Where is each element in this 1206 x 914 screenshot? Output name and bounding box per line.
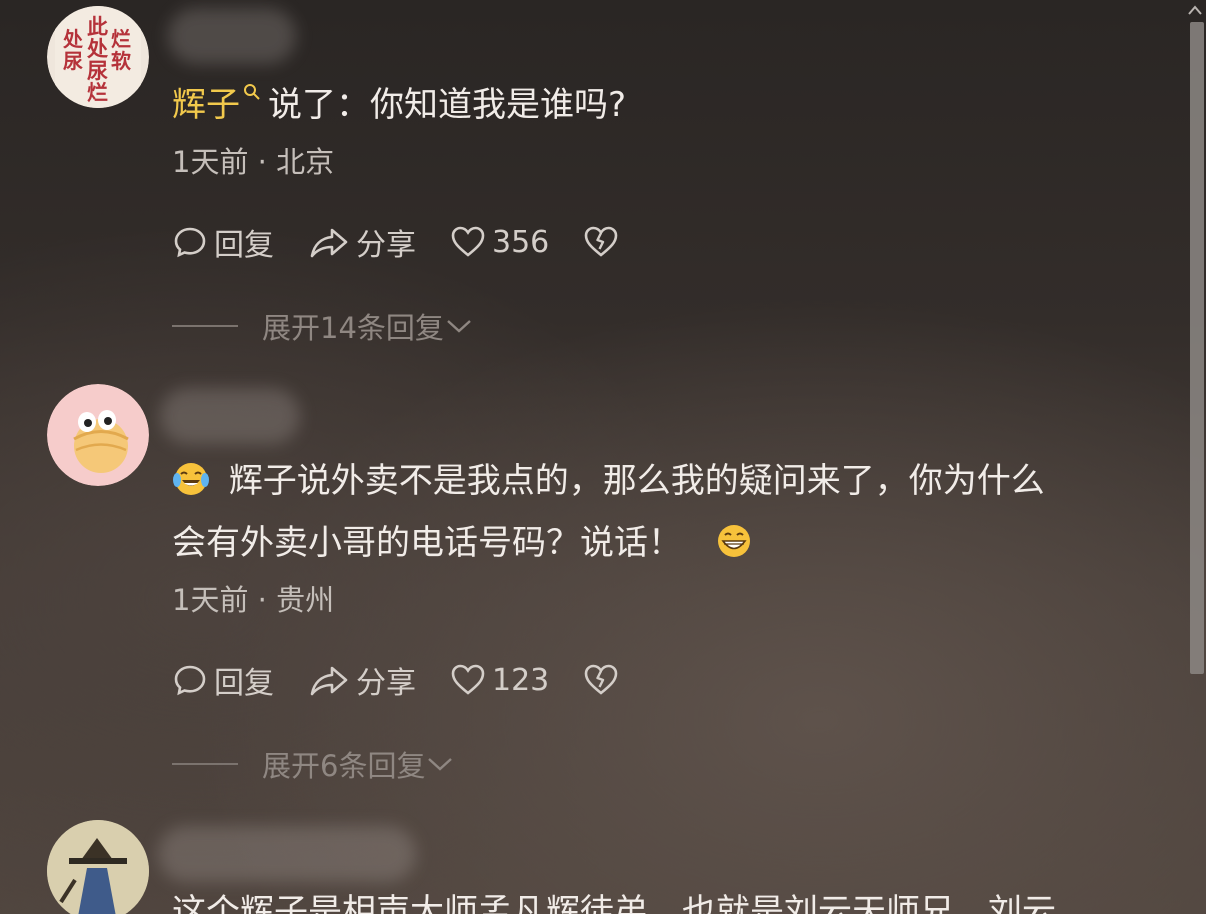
comment-body: 会有外卖小哥的电话号码？说话！ (172, 523, 682, 563)
avatar[interactable] (47, 820, 149, 914)
comment-meta: 1天前 · 北京 (172, 145, 335, 179)
share-icon (310, 228, 348, 258)
comment-actions: 回复 分享 123 (172, 658, 659, 702)
dislike-heart-icon (584, 664, 618, 695)
dislike-button[interactable] (583, 224, 625, 260)
share-icon (310, 666, 348, 696)
svg-text:烂: 烂 (111, 27, 131, 51)
like-count: 356 (492, 224, 550, 260)
scroll-up-arrow-icon[interactable] (1187, 4, 1203, 16)
comment-icon (174, 665, 206, 696)
scroll-thumb[interactable] (1190, 22, 1204, 674)
username-blurred[interactable] (168, 8, 296, 64)
search-icon[interactable] (242, 82, 262, 102)
expand-replies[interactable]: 展开6条回复 (172, 744, 455, 784)
like-button[interactable]: 123 (450, 662, 549, 698)
comment-item: 此 处 尿 烂 处 尿 烂 软 辉子 说了：你知道我是谁吗? 1天前 · 北京 回… (0, 0, 1180, 360)
avatar-image (47, 820, 149, 914)
comment-text-line-1: 辉子说外卖不是我点的，那么我的疑问来了，你为什么 (172, 460, 1045, 501)
svg-text:尿: 尿 (63, 49, 83, 73)
svg-text:软: 软 (111, 49, 131, 73)
tears-of-joy-emoji (173, 463, 209, 495)
like-button[interactable]: 356 (450, 224, 549, 260)
heart-icon (451, 664, 485, 695)
svg-text:处: 处 (62, 27, 84, 51)
share-button[interactable]: 分享 (308, 658, 416, 702)
chevron-down-icon[interactable] (425, 752, 455, 776)
username-blurred[interactable] (158, 826, 416, 882)
avatar-image: 此 处 尿 烂 处 尿 烂 软 (47, 6, 149, 108)
mention-link[interactable]: 辉子 (172, 85, 240, 125)
comment-body: 说了：你知道我是谁吗? (268, 85, 627, 125)
reply-button[interactable]: 回复 (172, 658, 274, 702)
comment-icon (174, 227, 206, 258)
heart-icon (451, 226, 485, 257)
expand-replies-label[interactable]: 展开6条回复 (262, 743, 425, 785)
reply-button[interactable]: 回复 (172, 220, 274, 264)
comment-actions: 回复 分享 356 (172, 220, 659, 264)
divider (172, 325, 238, 327)
comment-meta: 1天前 · 贵州 (172, 583, 335, 617)
expand-replies[interactable]: 展开14条回复 (172, 306, 474, 346)
grin-emoji (717, 525, 750, 557)
avatar[interactable] (47, 384, 149, 486)
share-button[interactable]: 分享 (308, 220, 416, 264)
reply-label: 回复 (214, 228, 274, 263)
comment-text-partial: 这个辉子是相声大师孟凡辉徒弟，也就是刘云天师兄，刘云 (172, 892, 1056, 914)
like-count: 123 (492, 662, 550, 698)
comment-text: 辉子 说了：你知道我是谁吗? (172, 82, 626, 125)
share-label: 分享 (356, 228, 416, 263)
reply-label: 回复 (214, 666, 274, 701)
svg-text:烂: 烂 (87, 80, 108, 105)
comment-text-line-2: 会有外卖小哥的电话号码？说话！ (172, 522, 753, 563)
dislike-heart-icon (584, 226, 618, 257)
chevron-down-icon[interactable] (444, 314, 474, 338)
divider (172, 763, 238, 765)
comment-body: 辉子说外卖不是我点的，那么我的疑问来了，你为什么 (228, 461, 1045, 501)
avatar-image (47, 384, 149, 486)
username-blurred[interactable] (160, 388, 300, 444)
expand-replies-label[interactable]: 展开14条回复 (262, 305, 444, 347)
dislike-button[interactable] (583, 662, 625, 698)
avatar[interactable]: 此 处 尿 烂 处 尿 烂 软 (47, 6, 149, 108)
share-label: 分享 (356, 666, 416, 701)
scrollbar[interactable] (1184, 0, 1206, 914)
